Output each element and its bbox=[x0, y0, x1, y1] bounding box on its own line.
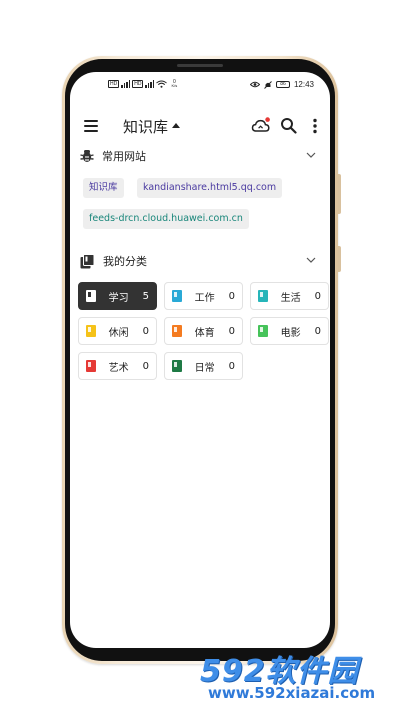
clock: 12:43 bbox=[293, 80, 314, 89]
books-icon bbox=[80, 253, 95, 268]
category-color-icon bbox=[86, 290, 96, 302]
page-title: 知识库 bbox=[123, 118, 169, 136]
chevron-down-icon[interactable] bbox=[306, 150, 316, 160]
category-count: 0 bbox=[228, 290, 235, 302]
category-label: 体育 bbox=[194, 327, 215, 339]
categories-section-title: 我的分类 bbox=[103, 255, 147, 268]
status-bar: HD HD 0 K/s 86 12:43 bbox=[70, 78, 330, 92]
category-card[interactable]: 休闲 0 bbox=[78, 317, 157, 345]
category-color-icon bbox=[86, 325, 96, 337]
category-count: 0 bbox=[142, 360, 149, 372]
library-selector[interactable]: 知识库 bbox=[123, 116, 181, 137]
category-label: 工作 bbox=[194, 292, 215, 304]
category-count: 0 bbox=[228, 325, 235, 337]
chevron-down-icon[interactable] bbox=[306, 255, 316, 265]
watermark-url: www.592xiazai.com bbox=[208, 684, 376, 702]
sites-section-title: 常用网站 bbox=[102, 150, 146, 163]
category-label: 艺术 bbox=[108, 362, 129, 374]
category-color-icon bbox=[258, 290, 268, 302]
phone-frame: HD HD 0 K/s 86 12:43 知识库 常用网站 知识库 kandia… bbox=[62, 56, 341, 664]
categories-section-header[interactable]: 我的分类 bbox=[80, 251, 318, 271]
category-label: 电影 bbox=[280, 327, 301, 339]
site-chip[interactable]: feeds-drcn.cloud.huawei.com.cn bbox=[83, 209, 249, 229]
category-card[interactable]: 生活 0 bbox=[250, 282, 329, 310]
category-label: 学习 bbox=[108, 292, 129, 304]
status-left: HD HD 0 K/s bbox=[108, 80, 177, 88]
earpiece-speaker bbox=[177, 64, 223, 67]
category-label: 休闲 bbox=[108, 327, 129, 339]
category-count: 0 bbox=[142, 325, 149, 337]
cloud-sync-icon[interactable] bbox=[251, 116, 271, 136]
signal-icon bbox=[121, 80, 131, 88]
more-vert-icon[interactable] bbox=[305, 116, 325, 136]
signal-icon bbox=[145, 80, 155, 88]
category-card[interactable]: 学习 5 bbox=[78, 282, 157, 310]
volume-button bbox=[338, 174, 341, 214]
power-button bbox=[338, 246, 341, 272]
category-card[interactable]: 艺术 0 bbox=[78, 352, 157, 380]
phone-screen: HD HD 0 K/s 86 12:43 知识库 常用网站 知识库 kandia… bbox=[70, 72, 330, 648]
status-right: 86 12:43 bbox=[249, 80, 314, 89]
category-count: 0 bbox=[228, 360, 235, 372]
sites-section-header[interactable]: 常用网站 bbox=[80, 146, 318, 166]
app-bar: 知识库 bbox=[70, 108, 330, 142]
category-label: 日常 bbox=[194, 362, 215, 374]
notification-badge bbox=[265, 117, 270, 122]
caret-up-icon bbox=[172, 123, 181, 128]
menu-icon[interactable] bbox=[84, 120, 98, 132]
category-color-icon bbox=[86, 360, 96, 372]
category-color-icon bbox=[172, 290, 182, 302]
mute-icon bbox=[264, 80, 272, 89]
eye-icon bbox=[249, 81, 260, 88]
hd-badge: HD bbox=[108, 80, 120, 88]
category-card[interactable]: 日常 0 bbox=[164, 352, 243, 380]
watermark: 592软件园 www.592xiazai.com bbox=[196, 640, 400, 711]
category-card[interactable]: 电影 0 bbox=[250, 317, 329, 345]
battery-icon: 86 bbox=[275, 81, 290, 88]
phone-bezel: HD HD 0 K/s 86 12:43 知识库 常用网站 知识库 kandia… bbox=[65, 59, 335, 661]
category-label: 生活 bbox=[280, 292, 301, 304]
category-card[interactable]: 体育 0 bbox=[164, 317, 243, 345]
category-count: 0 bbox=[314, 290, 321, 302]
hd-badge: HD bbox=[132, 80, 144, 88]
category-card[interactable]: 工作 0 bbox=[164, 282, 243, 310]
category-color-icon bbox=[172, 360, 182, 372]
wifi-icon bbox=[156, 80, 168, 88]
bug-icon bbox=[80, 150, 94, 162]
search-icon[interactable] bbox=[279, 116, 299, 136]
category-count: 0 bbox=[314, 325, 321, 337]
site-chip[interactable]: 知识库 bbox=[83, 178, 124, 198]
category-count: 5 bbox=[142, 290, 149, 302]
category-color-icon bbox=[258, 325, 268, 337]
network-speed: 0 K/s bbox=[171, 79, 178, 88]
category-color-icon bbox=[172, 325, 182, 337]
site-chip[interactable]: kandianshare.html5.qq.com bbox=[137, 178, 283, 198]
